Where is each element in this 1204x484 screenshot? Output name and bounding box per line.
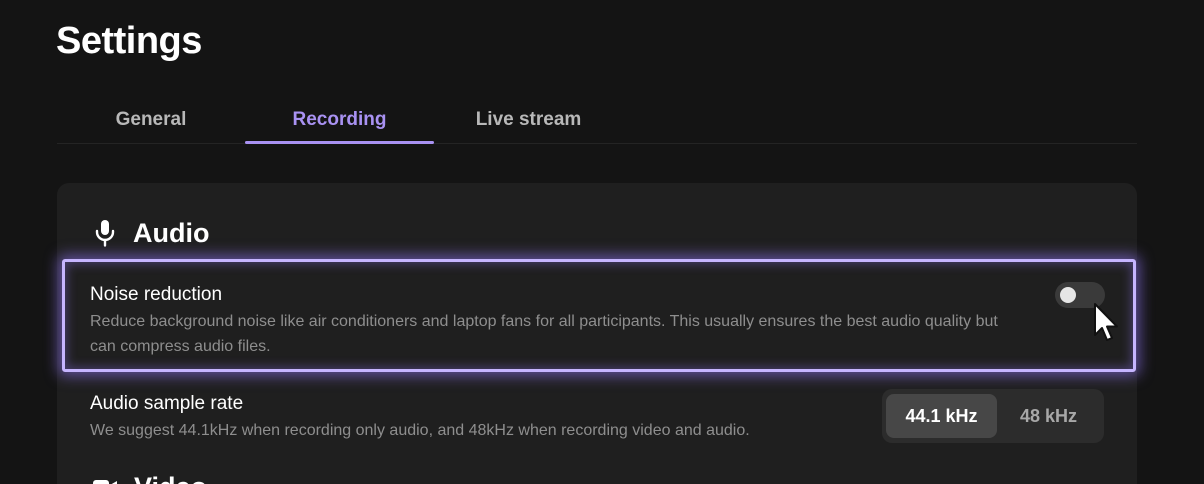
noise-reduction-label: Noise reduction xyxy=(90,284,223,305)
audio-section-header: Audio xyxy=(94,216,209,250)
active-tab-indicator xyxy=(245,141,434,144)
page-title: Settings xyxy=(56,20,202,62)
tab-recording[interactable]: Recording xyxy=(245,96,434,143)
video-section-title: Video xyxy=(134,472,207,484)
sample-rate-selector: 44.1 kHz 48 kHz xyxy=(882,389,1104,443)
audio-sample-rate-label: Audio sample rate xyxy=(90,393,244,414)
noise-reduction-description: Reduce background noise like air conditi… xyxy=(90,313,998,355)
video-section-header: Video xyxy=(92,472,207,484)
mouse-pointer-icon xyxy=(1094,303,1118,341)
tab-live-stream[interactable]: Live stream xyxy=(434,96,623,143)
audio-sample-rate-description: We suggest 44.1kHz when recording only a… xyxy=(90,422,750,439)
sample-rate-option-48[interactable]: 48 kHz xyxy=(997,394,1100,438)
tab-general[interactable]: General xyxy=(57,96,245,143)
audio-section-title: Audio xyxy=(133,217,210,248)
sample-rate-option-44-1[interactable]: 44.1 kHz xyxy=(886,394,997,438)
microphone-icon xyxy=(95,220,115,247)
video-camera-icon xyxy=(93,480,117,484)
settings-page: Settings General Recording Live stream A… xyxy=(0,0,1204,484)
settings-tabs: General Recording Live stream xyxy=(57,96,1137,144)
toggle-knob xyxy=(1060,287,1076,303)
